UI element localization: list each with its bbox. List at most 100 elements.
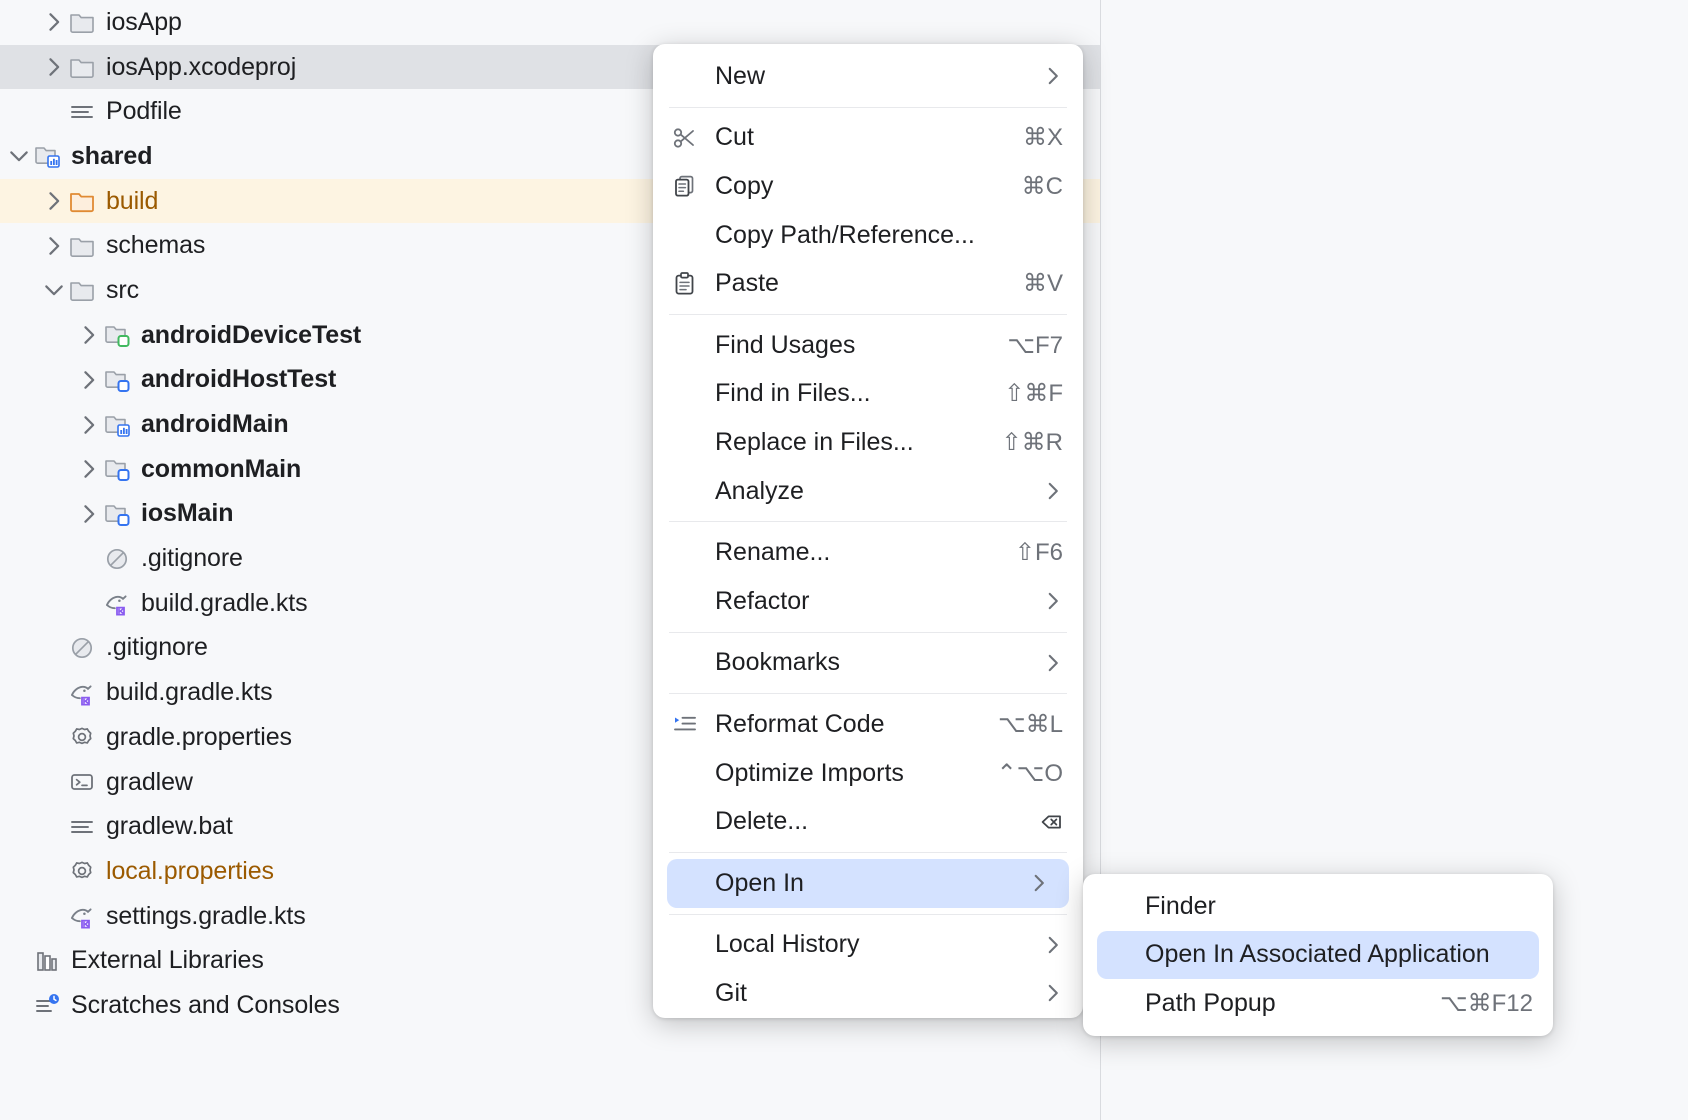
- submenu-shortcut: ⌥⌘F12: [1440, 989, 1553, 1018]
- context-menu-item[interactable]: Open In: [667, 859, 1069, 908]
- context-menu-shortcut: ⌘C: [1022, 172, 1083, 201]
- tree-item-label: schemas: [106, 231, 205, 260]
- context-menu[interactable]: New Cut⌘XCopy⌘C Copy Path/Reference... Past…: [653, 44, 1083, 1018]
- properties-gear-icon: [67, 856, 97, 886]
- context-menu-shortcut: ⌥⌘L: [998, 710, 1083, 739]
- context-menu-item-label: Copy Path/Reference...: [715, 221, 975, 250]
- submenu-item[interactable]: Open In Associated Application: [1097, 931, 1539, 980]
- chevron-right-icon[interactable]: [41, 54, 67, 80]
- tree-item-label: commonMain: [141, 455, 301, 484]
- chevron-right-icon: [1041, 933, 1083, 957]
- context-menu-item-label: Bookmarks: [715, 648, 840, 677]
- chevron-right-icon[interactable]: [41, 233, 67, 259]
- folder-excluded-icon: [67, 186, 97, 216]
- open-in-submenu[interactable]: Finder Open In Associated Application Path…: [1083, 874, 1553, 1036]
- external-libraries-icon: [32, 946, 62, 976]
- menu-separator: [669, 107, 1067, 108]
- context-menu-item-label: Paste: [715, 269, 779, 298]
- context-menu-item[interactable]: Refactor: [653, 577, 1083, 626]
- tree-item-label: build.gradle.kts: [141, 589, 308, 618]
- chevron-down-icon[interactable]: [6, 143, 32, 169]
- tree-row[interactable]: iosApp: [0, 0, 1100, 45]
- tree-item-label: iosApp: [106, 8, 182, 37]
- submenu-item-label: Open In Associated Application: [1145, 940, 1490, 969]
- chevron-down-icon[interactable]: [41, 277, 67, 303]
- menu-separator: [669, 314, 1067, 315]
- folder-plain-icon: [67, 231, 97, 261]
- context-menu-item[interactable]: Optimize Imports⌃⌥O: [653, 749, 1083, 798]
- menu-icon-placeholder: [669, 808, 701, 836]
- context-menu-item[interactable]: Reformat Code⌥⌘L: [653, 700, 1083, 749]
- context-menu-item-label: Replace in Files...: [715, 428, 914, 457]
- context-menu-item[interactable]: Rename... ⇧F6: [653, 528, 1083, 577]
- tree-item-label: gradlew.bat: [106, 812, 233, 841]
- context-menu-item-label: Analyze: [715, 477, 804, 506]
- context-menu-item[interactable]: Cut⌘X: [653, 114, 1083, 163]
- chevron-right-icon: [1041, 64, 1083, 88]
- context-menu-item[interactable]: Copy Path/Reference...: [653, 211, 1083, 260]
- menu-separator: [669, 693, 1067, 694]
- tree-item-label: Podfile: [106, 97, 182, 126]
- menu-separator: [669, 521, 1067, 522]
- context-menu-item[interactable]: Copy⌘C: [653, 162, 1083, 211]
- context-menu-item[interactable]: New: [653, 52, 1083, 101]
- tree-item-label: gradle.properties: [106, 723, 292, 752]
- gitignore-icon: [67, 633, 97, 663]
- submenu-item[interactable]: Path Popup ⌥⌘F12: [1083, 979, 1553, 1028]
- context-menu-shortcut: ⇧⌘R: [1002, 428, 1083, 457]
- menu-icon-placeholder: [669, 931, 701, 959]
- text-lines-icon: [67, 97, 97, 127]
- chevron-right-icon[interactable]: [76, 322, 102, 348]
- chevron-right-icon[interactable]: [76, 456, 102, 482]
- chevron-right-icon[interactable]: [76, 367, 102, 393]
- folder-plain-icon: [67, 52, 97, 82]
- scratches-icon: [32, 990, 62, 1020]
- tree-item-label: External Libraries: [71, 946, 264, 975]
- submenu-item-label: Finder: [1145, 892, 1216, 921]
- gradle-kts-icon: [67, 678, 97, 708]
- submenu-item-label: Path Popup: [1145, 989, 1276, 1018]
- copy-icon: [669, 172, 701, 200]
- folder-module-icon: [102, 410, 132, 440]
- tree-item-label: .gitignore: [141, 544, 243, 573]
- tree-item-label: settings.gradle.kts: [106, 902, 306, 931]
- menu-icon-placeholder: [669, 979, 701, 1007]
- tree-item-label: iosApp.xcodeproj: [106, 53, 296, 82]
- folder-test-source-icon: [102, 320, 132, 350]
- context-menu-item[interactable]: Replace in Files... ⇧⌘R: [653, 418, 1083, 467]
- context-menu-item-label: Git: [715, 979, 747, 1008]
- folder-plain-icon: [67, 7, 97, 37]
- context-menu-item[interactable]: Paste ⌘V: [653, 259, 1083, 308]
- delete-icon: [1039, 809, 1083, 835]
- context-menu-item[interactable]: Bookmarks: [653, 639, 1083, 688]
- menu-icon-placeholder: [669, 869, 701, 897]
- context-menu-item[interactable]: Find in Files...⇧⌘F: [653, 370, 1083, 419]
- gitignore-icon: [102, 544, 132, 574]
- chevron-right-icon[interactable]: [41, 188, 67, 214]
- context-menu-item[interactable]: Find Usages⌥F7: [653, 321, 1083, 370]
- context-menu-shortcut: ⌘V: [1023, 269, 1083, 298]
- chevron-right-icon[interactable]: [41, 9, 67, 35]
- scissors-icon: [669, 124, 701, 152]
- context-menu-item[interactable]: Delete...: [653, 797, 1083, 846]
- context-menu-item[interactable]: Git: [653, 969, 1083, 1018]
- menu-separator: [669, 852, 1067, 853]
- folder-source-blue-icon: [102, 454, 132, 484]
- context-menu-shortcut: ⇧⌘F: [1004, 379, 1083, 408]
- tree-item-label: .gitignore: [106, 633, 208, 662]
- chevron-right-icon[interactable]: [76, 501, 102, 527]
- context-menu-item[interactable]: Analyze: [653, 467, 1083, 516]
- context-menu-item-label: Rename...: [715, 538, 830, 567]
- chevron-right-icon: [1041, 589, 1083, 613]
- submenu-item[interactable]: Finder: [1083, 882, 1553, 931]
- menu-icon-placeholder: [669, 331, 701, 359]
- context-menu-item[interactable]: Local History: [653, 921, 1083, 970]
- chevron-right-icon[interactable]: [76, 412, 102, 438]
- context-menu-shortcut: ⌃⌥O: [997, 759, 1083, 788]
- folder-plain-icon: [67, 275, 97, 305]
- ide-project-view: iosAppiosApp.xcodeprojPodfilesharedbuild…: [0, 0, 1688, 1120]
- chevron-right-icon: [1027, 871, 1069, 895]
- tree-item-label: src: [106, 276, 139, 305]
- folder-source-blue-icon: [102, 499, 132, 529]
- context-menu-shortcut: ⇧F6: [1015, 538, 1083, 567]
